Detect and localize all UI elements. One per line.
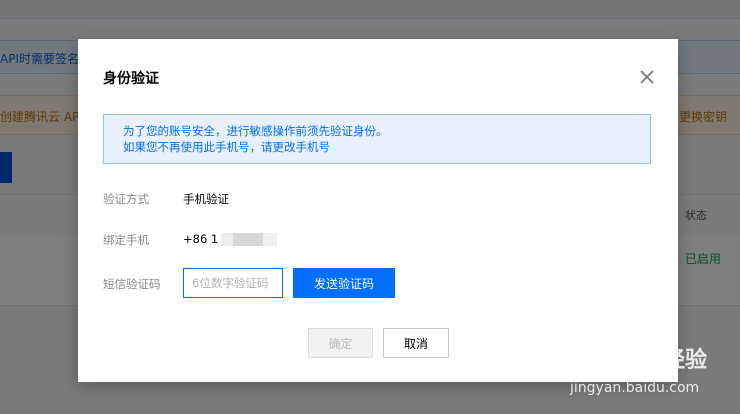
watermark-suffix: 经验 [663,348,708,373]
watermark-brand: Bai [564,332,623,372]
confirm-button[interactable]: 确定 [308,328,373,358]
security-notice: 为了您的账号安全，进行敏感操作前须先验证身份。 如果您不再使用此手机号，请更改手… [103,114,651,164]
verify-method-value: 手机验证 [183,192,229,206]
bound-phone-value: +86 1 [183,232,278,246]
bound-phone-label: 绑定手机 [103,233,149,247]
phone-prefix: +86 1 [183,232,219,246]
close-button[interactable] [638,68,656,86]
notice-line-2-text: 如果您不再使用此手机号，请 [123,140,273,154]
watermark-url: jingyan.baidu.com [570,380,700,396]
send-code-button[interactable]: 发送验证码 [293,268,395,298]
masked-phone-digits [221,233,278,246]
notice-line-2: 如果您不再使用此手机号，请更改手机号 [123,139,631,155]
verify-method-label: 验证方式 [103,192,149,206]
change-phone-link[interactable]: 更改手机号 [273,140,331,154]
sms-code-label: 短信验证码 [103,277,161,291]
dialog-title: 身份验证 [103,71,159,87]
close-icon [640,70,654,84]
cancel-button[interactable]: 取消 [383,328,449,358]
sms-code-input[interactable] [183,268,283,298]
baidu-jingyan-watermark: Bai 经验 jingyan.baidu.com [558,330,738,410]
notice-line-1: 为了您的账号安全，进行敏感操作前须先验证身份。 [123,124,388,138]
